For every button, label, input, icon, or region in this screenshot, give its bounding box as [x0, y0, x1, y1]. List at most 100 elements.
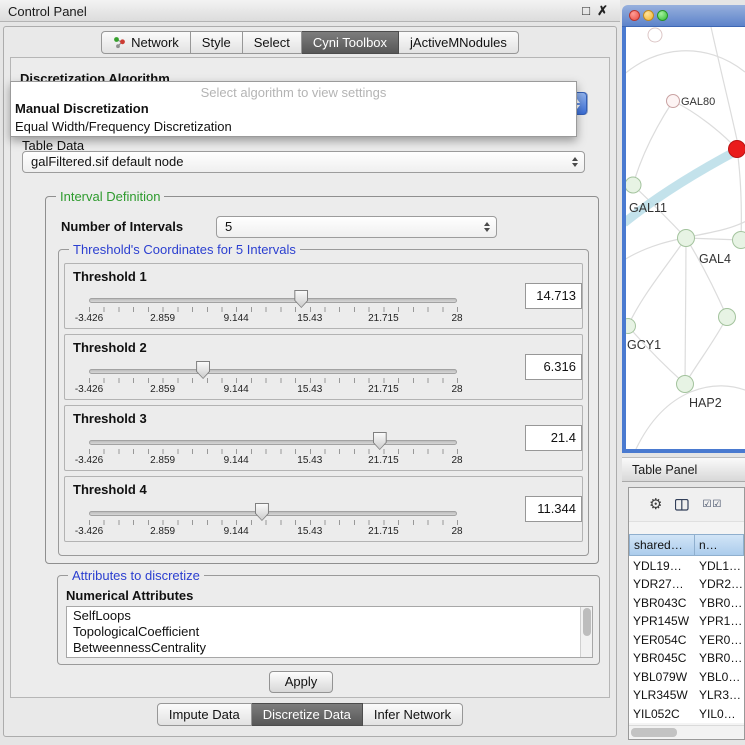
cell[interactable]: YPR1… — [695, 612, 744, 631]
bottom-tab-bar: Impute Data Discretize Data Infer Networ… — [0, 703, 620, 726]
number-of-intervals-value: 5 — [217, 217, 496, 237]
column-header-name[interactable]: n… — [695, 534, 744, 556]
zoom-traffic-light-icon[interactable] — [657, 10, 668, 21]
network-node[interactable] — [648, 28, 662, 42]
table-data-combobox[interactable]: galFiltered.sif default node — [22, 151, 585, 173]
slider-thumb[interactable] — [373, 432, 387, 450]
attributes-group: Attributes to discretize Numerical Attri… — [57, 575, 600, 665]
network-node[interactable] — [733, 232, 745, 249]
cell[interactable]: YLR3… — [695, 686, 744, 705]
slider-ticks — [89, 449, 458, 454]
threshold-1-label: Threshold 1 — [73, 269, 147, 284]
network-node-gcy1[interactable] — [626, 319, 636, 334]
tick-label: 21.715 — [368, 384, 399, 395]
slider-track[interactable] — [89, 440, 457, 445]
threshold-2-value-field[interactable]: 6.316 — [525, 354, 582, 380]
close-traffic-light-icon[interactable] — [629, 10, 640, 21]
table-row[interactable]: YBR045CYBR0… — [629, 649, 744, 668]
popup-option-equal-width[interactable]: Equal Width/Frequency Discretization — [11, 118, 576, 136]
cell[interactable]: YBL079W — [629, 667, 695, 686]
cell[interactable]: YBR0… — [695, 649, 744, 668]
tick-label: 28 — [451, 384, 462, 395]
cell[interactable]: YDL19… — [629, 556, 695, 575]
table-data-value: galFiltered.sif default node — [23, 152, 584, 172]
table-row[interactable]: YDL19…YDL1… — [629, 556, 744, 575]
scrollbar-thumb[interactable] — [631, 728, 677, 737]
tab-select[interactable]: Select — [243, 31, 302, 54]
tick-label: 15.43 — [297, 455, 322, 466]
cell[interactable]: YIL052C — [629, 704, 695, 723]
cell[interactable]: YDR27… — [629, 575, 695, 594]
slider-thumb[interactable] — [255, 503, 269, 521]
table-row[interactable]: YDR27…YDR2… — [629, 575, 744, 594]
table-row[interactable]: YLR345WYLR3… — [629, 686, 744, 705]
slider-thumb[interactable] — [294, 290, 308, 308]
cell[interactable]: YBL0… — [695, 667, 744, 686]
cell[interactable]: YBR0… — [695, 593, 744, 612]
network-node-gal4[interactable] — [678, 230, 695, 247]
scrollbar-thumb[interactable] — [583, 608, 591, 636]
threshold-3-slider[interactable]: -3.426 2.859 9.144 15.43 21.715 28 — [89, 430, 457, 468]
table-row[interactable]: YBR043CYBR0… — [629, 593, 744, 612]
table-row[interactable]: YER054CYER0… — [629, 630, 744, 649]
columns-icon[interactable] — [675, 499, 689, 511]
tab-style[interactable]: Style — [191, 31, 243, 54]
close-icon[interactable]: ✗ — [597, 3, 608, 19]
thresholds-group: Threshold's Coordinates for 5 Intervals … — [58, 249, 589, 556]
network-node-gal80[interactable] — [667, 95, 680, 108]
interval-definition-group: Interval Definition Number of Intervals … — [45, 196, 599, 564]
tab-label: Network — [131, 32, 179, 53]
table-row[interactable]: YBL079WYBL0… — [629, 667, 744, 686]
select-columns-icon[interactable]: ☑☑ — [702, 499, 722, 510]
slider-thumb[interactable] — [196, 361, 210, 379]
network-icon — [113, 36, 126, 49]
cell[interactable]: YER0… — [695, 630, 744, 649]
slider-track[interactable] — [89, 298, 457, 303]
list-item[interactable]: BetweennessCentrality — [67, 639, 592, 655]
cell[interactable]: YER054C — [629, 630, 695, 649]
cell[interactable]: YBR045C — [629, 649, 695, 668]
cell[interactable]: YDL1… — [695, 556, 744, 575]
network-window-titlebar[interactable] — [622, 5, 745, 27]
list-item[interactable]: SelfLoops — [67, 607, 592, 623]
network-node-selected-red[interactable] — [729, 141, 745, 158]
popup-option-manual-discretization[interactable]: Manual Discretization — [11, 100, 576, 118]
threshold-4-slider[interactable]: -3.426 2.859 9.144 15.43 21.715 28 — [89, 501, 457, 539]
minimize-traffic-light-icon[interactable] — [643, 10, 654, 21]
minimize-icon[interactable]: □ — [582, 3, 590, 18]
threshold-3-value-field[interactable]: 21.4 — [525, 425, 582, 451]
tick-label: 21.715 — [368, 526, 399, 537]
tab-jactivemnodules[interactable]: jActiveMNodules — [399, 31, 519, 54]
network-node[interactable] — [719, 309, 736, 326]
table-row[interactable]: YPR145WYPR1… — [629, 612, 744, 631]
cell[interactable]: YPR145W — [629, 612, 695, 631]
tab-cyni-toolbox[interactable]: Cyni Toolbox — [302, 31, 399, 54]
control-panel-titlebar: Control Panel □ ✗ — [0, 0, 620, 22]
network-node-hap2[interactable] — [677, 376, 694, 393]
threshold-1-value-field[interactable]: 14.713 — [525, 283, 582, 309]
tab-impute-data[interactable]: Impute Data — [157, 703, 252, 726]
cell[interactable]: YDR2… — [695, 575, 744, 594]
table-toolbar: ⚙ ☑☑ — [629, 488, 744, 522]
tab-network[interactable]: Network — [101, 31, 191, 54]
threshold-2-slider[interactable]: -3.426 2.859 9.144 15.43 21.715 28 — [89, 359, 457, 397]
threshold-4-value-field[interactable]: 11.344 — [525, 496, 582, 522]
network-node-gal11[interactable] — [626, 177, 641, 193]
slider-track[interactable] — [89, 511, 457, 516]
slider-track[interactable] — [89, 369, 457, 374]
number-of-intervals-combobox[interactable]: 5 — [216, 216, 497, 238]
cell[interactable]: YBR043C — [629, 593, 695, 612]
gear-icon[interactable]: ⚙ — [649, 497, 662, 512]
table-row[interactable]: YIL052CYIL0… — [629, 704, 744, 723]
cell[interactable]: YLR345W — [629, 686, 695, 705]
network-canvas[interactable]: GAL80 GAL11 GAL4 GCY1 HAP2 — [622, 27, 745, 453]
apply-button[interactable]: Apply — [269, 671, 333, 693]
column-header-shared-name[interactable]: shared… — [629, 534, 695, 556]
list-item[interactable]: TopologicalCoefficient — [67, 623, 592, 639]
tab-infer-network[interactable]: Infer Network — [363, 703, 463, 726]
tab-discretize-data[interactable]: Discretize Data — [252, 703, 363, 726]
horizontal-scrollbar[interactable] — [629, 725, 744, 738]
vertical-scrollbar[interactable] — [580, 607, 592, 657]
threshold-1-slider[interactable]: -3.426 2.859 9.144 15.43 21.715 28 — [89, 288, 457, 326]
cell[interactable]: YIL0… — [695, 704, 744, 723]
